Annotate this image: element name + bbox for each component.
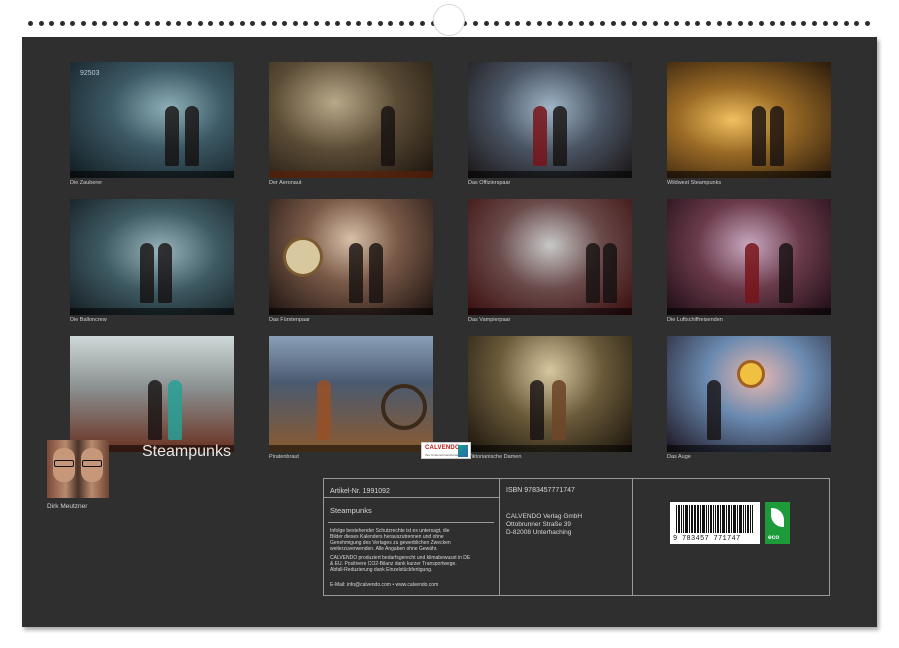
- thumbnail-caption: Das Fürstenpaar: [269, 317, 433, 323]
- thumbnail-august: [667, 199, 831, 315]
- thumbnail-november: [468, 336, 632, 452]
- author-photo: [47, 440, 109, 498]
- thumbnail-march: [468, 62, 632, 178]
- contact-line: E-Mail: info@calvendo.com • www.calvendo…: [330, 582, 438, 588]
- thumbnail-december: [667, 336, 831, 452]
- calvendo-logo-mark: [458, 445, 468, 457]
- thumbnail-june: [269, 199, 433, 315]
- eco-line: Abfall-Reduzierung dank Einzelstückferti…: [330, 567, 432, 573]
- copyright-line: weiterzuverwenden. Alle Angaben ohne Gew…: [330, 546, 438, 552]
- thumbnail-february: [269, 62, 433, 178]
- info-box-publisher: [499, 478, 633, 596]
- info-divider-title: [323, 497, 500, 498]
- publisher-line: Ottobrunner Straße 39: [506, 521, 571, 528]
- publisher-line: CALVENDO Verlag GmbH: [506, 513, 582, 520]
- article-number: Artikel-Nr. 1991092: [330, 488, 390, 495]
- calendar-title: Steampunks: [142, 443, 231, 461]
- eco-label: eco: [768, 534, 779, 541]
- barcode-bars: [676, 505, 754, 533]
- thumbnail-january: 92503: [70, 62, 234, 178]
- calvendo-logo: CALVENDO Ihre Unternehmensberatung: [421, 442, 471, 459]
- thumbnail-september: [70, 336, 234, 452]
- thumbnail-label: 92503: [80, 70, 99, 77]
- thumbnail-caption: Die Luftschiffreisenden: [667, 317, 831, 323]
- barcode-digits: 9 783457 771747: [673, 535, 741, 543]
- product-title: Steampunks: [330, 506, 372, 515]
- thumbnail-caption: Wildwest Steampunks: [667, 180, 831, 186]
- calvendo-logo-text: CALVENDO: [425, 445, 460, 451]
- thumbnail-caption: Das Vampierpaar: [468, 317, 632, 323]
- thumbnail-october: [269, 336, 433, 452]
- author-name: Dirk Meutzner: [47, 503, 87, 510]
- thumbnail-april: [667, 62, 831, 178]
- thumbnail-caption: Die Zauberer: [70, 180, 234, 186]
- thumbnail-caption: Der Aeronaut: [269, 180, 433, 186]
- calvendo-logo-tagline: Ihre Unternehmensberatung: [425, 453, 463, 457]
- isbn: ISBN 9783457771747: [506, 487, 575, 494]
- publisher-line: D-82008 Unterhaching: [506, 529, 571, 536]
- leaf-icon: [771, 508, 784, 527]
- thumbnail-july: [468, 199, 632, 315]
- isbn-barcode: 9 783457 771747: [670, 502, 760, 544]
- thumbnail-caption: Viktorianische Damen: [468, 454, 632, 460]
- thumbnail-caption: Die Balloncrew: [70, 317, 234, 323]
- hanger-hole: [433, 4, 465, 36]
- info-divider-legal: [328, 522, 494, 523]
- thumbnail-caption: Das Offizierspaar: [468, 180, 632, 186]
- thumbnail-may: [70, 199, 234, 315]
- eco-badge: eco: [765, 502, 790, 544]
- thumbnail-caption: Piratenbraut: [269, 454, 433, 460]
- thumbnail-caption: Das Auge: [667, 454, 831, 460]
